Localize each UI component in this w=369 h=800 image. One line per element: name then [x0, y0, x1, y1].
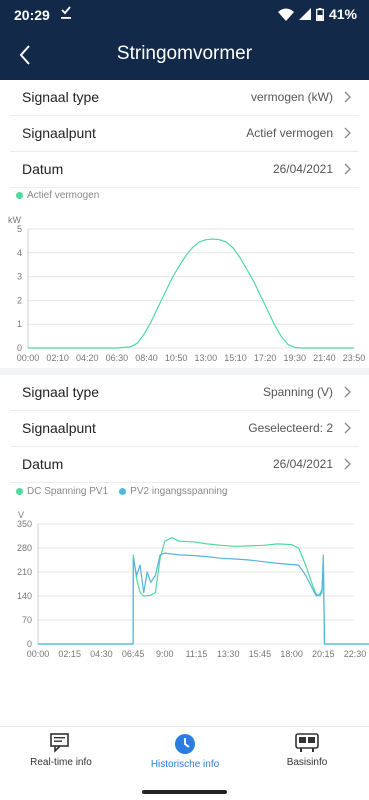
legend-label: PV2 ingangsspanning — [130, 486, 228, 497]
legend-item[interactable]: PV2 ingangsspanning — [119, 486, 227, 497]
app-bar: Stringomvormer — [0, 30, 369, 80]
legend-dot — [119, 488, 127, 495]
chevron-right-icon — [344, 386, 351, 398]
y-tick-label: 140 — [17, 591, 32, 601]
signal-type-value: vermogen (kW) — [250, 90, 333, 104]
chevron-right-icon — [344, 458, 351, 470]
y-tick-label: 0 — [17, 343, 22, 353]
bottom-nav: Real-time info Historische info Basisinf… — [0, 726, 369, 784]
power-chart: kW01234500:00 02:10 04:20 06:30 08:40 10:50 13… — [8, 215, 366, 363]
y-tick-label: 3 — [17, 272, 22, 282]
date-label: Datum — [22, 456, 64, 472]
x-tick-label: 18:00 — [280, 649, 303, 659]
x-tick-label: 06:30 — [106, 353, 129, 363]
signal-icon — [298, 8, 311, 20]
series-line — [38, 537, 369, 645]
legend-item[interactable]: DC Spanning PV1 — [16, 486, 108, 497]
y-tick-label: 350 — [17, 519, 32, 529]
voltage-chart: V07014021028035000:00 02:15 04:30 06:45 9:00… — [17, 510, 369, 659]
section-divider — [0, 368, 369, 375]
x-tick-label: 10:50 — [165, 353, 188, 363]
x-tick-label: 04:20 — [76, 353, 99, 363]
x-tick-label: 00:00 — [27, 649, 50, 659]
x-tick-label: 13:00 — [195, 353, 218, 363]
x-tick-label: 9:00 — [156, 649, 174, 659]
download-done-icon — [60, 6, 72, 23]
chat-icon — [50, 733, 69, 753]
x-tick-label: 13:30 — [217, 649, 240, 659]
battery-icon — [316, 7, 324, 21]
nav-label: Historische info — [150, 759, 220, 770]
legend-label: DC Spanning PV1 — [27, 486, 109, 497]
signal-type-row-1[interactable]: Signaal type vermogen (kW) — [10, 80, 359, 116]
y-tick-label: 280 — [17, 543, 32, 553]
signal-type-label: Signaal type — [22, 89, 100, 105]
y-tick-label: 210 — [17, 567, 32, 577]
nav-label: Real-time info — [30, 757, 92, 768]
x-tick-label: 02:15 — [58, 649, 81, 659]
signal-point-value: Actief vermogen — [246, 126, 333, 140]
gesture-bar — [0, 784, 369, 800]
date-row-1[interactable]: Datum 26/04/2021 — [10, 152, 359, 188]
chevron-right-icon — [344, 422, 351, 434]
status-icons: 41% — [277, 6, 357, 22]
y-tick-label: 4 — [17, 248, 22, 258]
x-tick-label: 17:20 — [254, 353, 277, 363]
nav-label: Basisinfo — [286, 757, 328, 768]
signal-type-row-2[interactable]: Signaal type Spanning (V) — [10, 375, 359, 411]
battery-level: 41% — [328, 6, 357, 22]
y-tick-label: 1 — [17, 319, 22, 329]
nav-historical-info[interactable]: Historische info — [130, 733, 240, 770]
series-line — [38, 552, 369, 645]
chart2-legend: DC Spanning PV1 PV2 ingangsspanning — [16, 486, 233, 497]
x-tick-label: 23:50 — [343, 353, 366, 363]
x-tick-label: 20:15 — [312, 649, 335, 659]
page-title: Stringomvormer — [116, 43, 253, 64]
chevron-right-icon — [344, 91, 351, 103]
x-tick-label: 19:30 — [283, 353, 306, 363]
chevron-right-icon — [344, 127, 351, 139]
signal-point-value: Geselecteerd: 2 — [248, 421, 333, 435]
date-value: 26/04/2021 — [272, 457, 333, 471]
signal-type-label: Signaal type — [22, 384, 100, 400]
y-tick-label: 5 — [17, 224, 22, 234]
nav-basic-info[interactable]: Basisinfo — [252, 733, 362, 768]
x-tick-label: 22:30 — [344, 649, 367, 659]
legend-dot — [16, 192, 23, 199]
wifi-icon — [277, 8, 294, 21]
x-tick-label: 02:10 — [46, 353, 69, 363]
clock-icon — [175, 734, 195, 754]
home-indicator — [142, 790, 227, 794]
date-row-2[interactable]: Datum 26/04/2021 — [10, 447, 359, 483]
signal-point-label: Signaalpunt — [22, 125, 96, 141]
signal-type-value: Spanning (V) — [262, 385, 333, 399]
date-value: 26/04/2021 — [272, 162, 333, 176]
nav-realtime-info[interactable]: Real-time info — [6, 733, 116, 768]
y-tick-label: 2 — [17, 295, 22, 305]
date-label: Datum — [22, 161, 64, 177]
signal-point-label: Signaalpunt — [22, 420, 96, 436]
x-tick-label: 15:10 — [224, 353, 247, 363]
signal-point-row-2[interactable]: Signaalpunt Geselecteerd: 2 — [10, 411, 359, 447]
legend-item[interactable]: Actief vermogen — [16, 190, 99, 201]
status-time: 20:29 — [14, 7, 50, 23]
x-tick-label: 00:00 — [17, 353, 40, 363]
x-tick-label: 15:45 — [249, 649, 272, 659]
status-bar: 20:29 41% — [0, 0, 369, 30]
x-tick-label: 06:45 — [122, 649, 145, 659]
legend-dot — [16, 488, 23, 495]
signal-point-row-1[interactable]: Signaalpunt Actief vermogen — [10, 116, 359, 152]
x-tick-label: 04:30 — [90, 649, 113, 659]
y-tick-label: 0 — [27, 639, 32, 649]
x-tick-label: 21:40 — [313, 353, 336, 363]
legend-label: Actief vermogen — [27, 190, 100, 201]
x-tick-label: 11:15 — [186, 649, 208, 659]
chart1-legend: Actief vermogen — [16, 190, 105, 201]
x-tick-label: 08:40 — [135, 353, 158, 363]
chevron-right-icon — [344, 163, 351, 175]
series-line — [28, 238, 354, 349]
device-icon — [295, 733, 319, 752]
y-tick-label: 70 — [22, 615, 32, 625]
